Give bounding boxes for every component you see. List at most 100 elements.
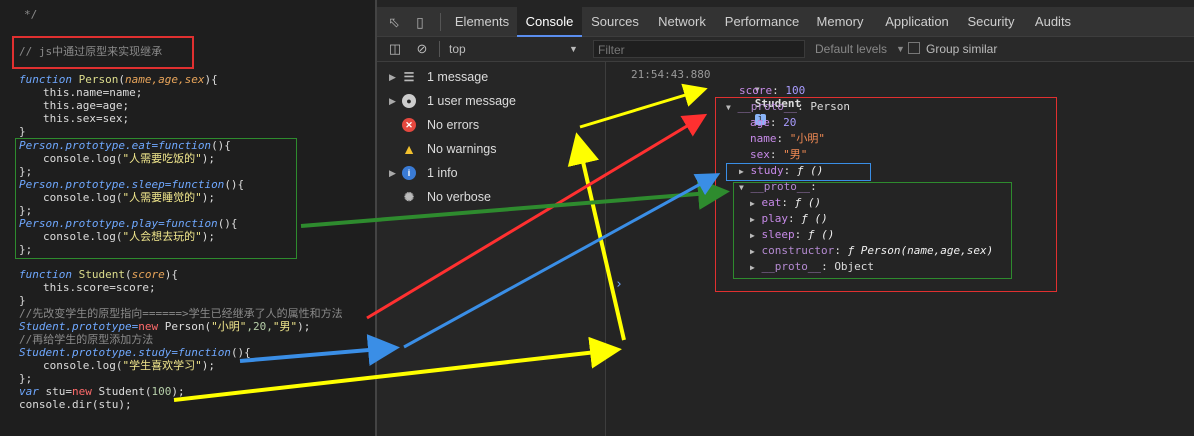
keyword: function (19, 73, 72, 86)
filter-input[interactable]: Filter (593, 40, 805, 58)
number: 100 (151, 385, 172, 398)
prop-value: ƒ () (801, 212, 828, 225)
ident: stu= (38, 385, 72, 398)
string: "人需要吃饭的" (122, 152, 202, 165)
keyword: function (177, 346, 231, 359)
keyword: function (19, 268, 72, 281)
tab-performance[interactable]: Performance (719, 7, 805, 36)
keyword: var (19, 385, 39, 398)
sidebar-item-label: No errors (427, 118, 480, 132)
prop-value: ƒ () (807, 228, 835, 241)
prop-value: 20 (783, 116, 797, 129)
tab-network[interactable]: Network (649, 7, 715, 36)
prop-value: "男" (783, 148, 808, 161)
sidebar-item-errors[interactable]: ✕ No errors (377, 113, 605, 137)
prop-play[interactable]: ▶ play: ƒ () (750, 212, 828, 227)
prop-constructor[interactable]: ▶ constructor: ƒ Person(name,age,sex) (750, 244, 993, 259)
context-selector[interactable]: top (449, 37, 466, 61)
keyword: function (158, 139, 212, 152)
punct: ); (201, 359, 215, 372)
tab-audits[interactable]: Audits (1028, 7, 1078, 36)
string: "学生喜欢学习" (122, 359, 202, 372)
object-ref: Person.prototype.eat= (19, 139, 159, 152)
tab-sources[interactable]: Sources (585, 7, 645, 36)
console-sidebar: ▶ ☰ 1 message ▶ ● 1 user message ✕ No er… (377, 62, 606, 436)
code-line: console.dir(stu); (19, 398, 132, 411)
prop-key: __proto__ (750, 180, 811, 193)
prop-key: constructor (761, 244, 835, 257)
inspect-element-icon[interactable]: ⬁ (385, 13, 403, 31)
keyword: function (164, 217, 218, 230)
collapsed-arrow-icon[interactable]: ▶ (750, 231, 755, 240)
sidebar-item-warnings[interactable]: ▲ No warnings (377, 137, 605, 161)
log-levels-dropdown[interactable]: Default levels (815, 37, 887, 61)
device-toolbar-icon[interactable]: ▯ (411, 13, 429, 31)
prop-key: study (750, 164, 784, 177)
group-similar-checkbox[interactable]: Group similar (908, 37, 997, 61)
log-timestamp: 21:54:43.880 (631, 68, 711, 81)
collapsed-arrow-icon[interactable]: ▶ (750, 199, 755, 208)
punct: ); (201, 191, 215, 204)
console-output[interactable]: 21:54:43.880 ▼ Student i score: 100 ▼ __… (606, 62, 1194, 436)
expand-arrow-icon[interactable]: ▶ (389, 161, 399, 185)
tab-console[interactable]: Console (517, 7, 582, 37)
code-line: this.score=score; (43, 281, 156, 294)
tab-security[interactable]: Security (963, 7, 1019, 36)
sidebar-item-info[interactable]: ▶ i 1 info (377, 161, 605, 185)
checkbox-icon[interactable] (908, 42, 920, 54)
prop-key: eat (761, 196, 782, 209)
comment-end-text: */ (24, 8, 38, 21)
function-name: Person (78, 73, 119, 86)
prop-value: ƒ Person(name,age,sex) (847, 244, 994, 257)
punct: ); (171, 385, 185, 398)
sidebar-item-user-messages[interactable]: ▶ ● 1 user message (377, 89, 605, 113)
sidebar-toggle-icon[interactable]: ◫ (387, 37, 403, 61)
expanded-arrow-icon[interactable]: ▼ (726, 103, 731, 112)
console-prompt-icon[interactable]: › (615, 278, 623, 292)
collapsed-arrow-icon[interactable]: ▶ (739, 167, 744, 176)
prop-proto-person[interactable]: ▼ __proto__: Person (726, 100, 850, 115)
sidebar-item-verbose[interactable]: ✺ No verbose (377, 185, 605, 209)
collapsed-arrow-icon[interactable]: ▶ (750, 247, 755, 256)
sidebar-item-messages[interactable]: ▶ ☰ 1 message (377, 65, 605, 89)
code-line: Person.prototype.eat=function(){ (19, 139, 231, 152)
expanded-arrow-icon[interactable]: ▼ (739, 183, 744, 192)
punct: ){ (204, 73, 218, 86)
call: console.log( (43, 191, 123, 204)
punct: ); (201, 230, 215, 243)
prop-key: sleep (761, 228, 795, 241)
code-line: this.age=age; (43, 99, 130, 112)
code-line: }; (19, 243, 33, 256)
code-comment: //再给学生的原型添加方法 (19, 333, 154, 346)
expand-arrow-icon[interactable]: ▶ (389, 65, 399, 89)
prop-eat[interactable]: ▶ eat: ƒ () (750, 196, 821, 211)
code-editor[interactable]: */ // js中通过原型来实现继承 function Person(name,… (0, 0, 377, 436)
tab-memory[interactable]: Memory (810, 7, 870, 36)
levels-dropdown-icon[interactable]: ▼ (896, 37, 905, 61)
bug-icon: ✺ (403, 190, 415, 204)
prop-proto-inner[interactable]: ▼ __proto__: (739, 180, 823, 195)
call: Person( (158, 320, 212, 333)
context-dropdown-icon[interactable]: ▼ (569, 37, 578, 61)
tab-elements[interactable]: Elements (447, 7, 517, 36)
console-toolbar: ◫ ⊘ top ▼ Filter Default levels ▼ Group … (377, 37, 1194, 62)
code-line: this.name=name; (43, 86, 143, 99)
keyword: function (171, 178, 225, 191)
sidebar-item-label: 1 user message (427, 94, 516, 108)
call: console.log( (43, 359, 123, 372)
code-line: console.log("人需要睡觉的"); (43, 191, 215, 204)
number: ,20, (246, 320, 273, 333)
toolbar-separator (439, 41, 440, 57)
code-line: var stu=new Student(100); (19, 385, 185, 398)
prop-study[interactable]: ▶ study: ƒ () (739, 164, 823, 179)
collapsed-arrow-icon[interactable]: ▶ (750, 263, 755, 272)
prop-proto-object[interactable]: ▶ __proto__: Object (750, 260, 874, 275)
collapsed-arrow-icon[interactable]: ▶ (750, 215, 755, 224)
prop-value: "小明" (789, 132, 825, 145)
clear-console-icon[interactable]: ⊘ (414, 37, 430, 61)
prop-sleep[interactable]: ▶ sleep: ƒ () (750, 228, 834, 243)
code-line: console.log("人会想去玩的"); (43, 230, 215, 243)
expand-arrow-icon[interactable]: ▶ (389, 89, 399, 113)
tab-application[interactable]: Application (877, 7, 957, 36)
prop-value: ƒ () (794, 196, 822, 209)
